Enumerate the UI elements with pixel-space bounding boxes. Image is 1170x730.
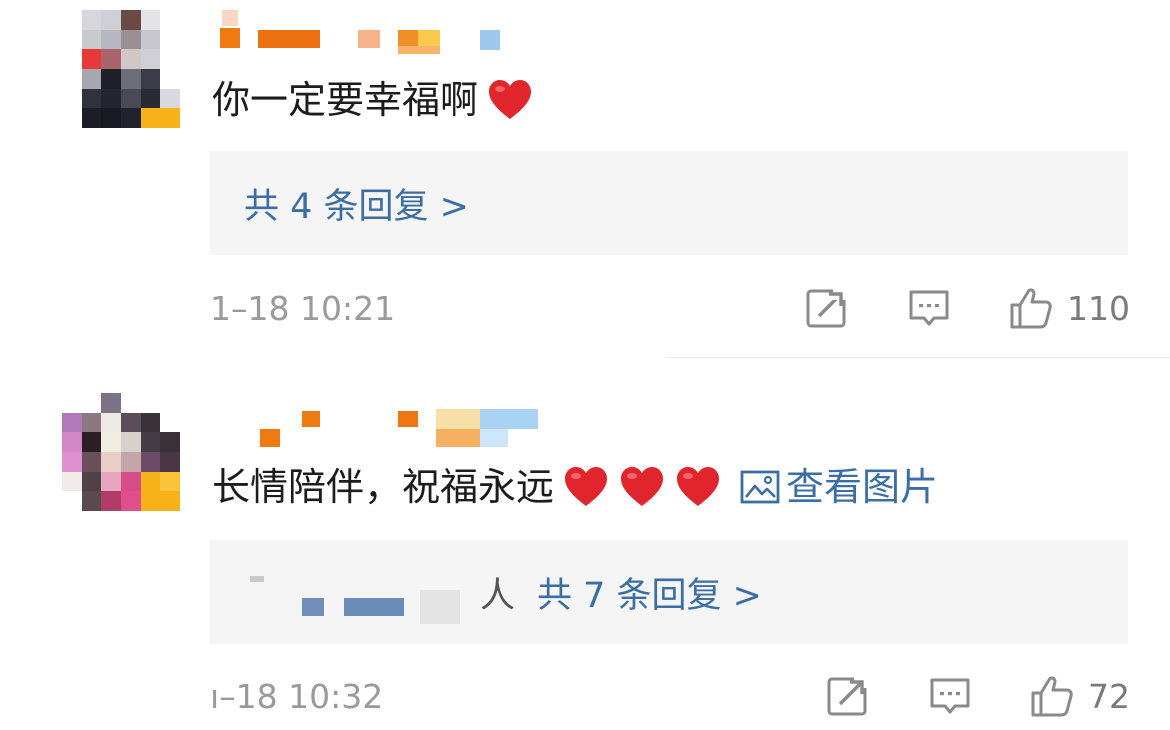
reply-summary[interactable]: 人 共 7 条回复 > <box>210 540 1128 644</box>
repost-icon[interactable] <box>805 286 849 330</box>
comment-icon[interactable] <box>928 674 972 718</box>
view-picture-link[interactable]: 查看图片 <box>740 463 938 511</box>
timestamp: 1–18 10:21 <box>210 288 396 328</box>
like-button[interactable]: 110 <box>1009 286 1130 330</box>
red-heart-icon <box>562 463 610 511</box>
red-heart-icon <box>618 463 666 511</box>
avatar[interactable] <box>62 10 180 128</box>
replier-names-pixelated <box>230 562 480 624</box>
username-pixelated[interactable] <box>218 405 548 449</box>
action-bar: 72 <box>826 671 1130 721</box>
username-pixelated[interactable] <box>218 8 548 54</box>
comment-text: 长情陪伴，祝福永远 查看图片 <box>212 463 939 511</box>
thumbs-up-icon <box>1010 288 1052 329</box>
timestamp: ı–18 10:32 <box>210 676 384 716</box>
comment-divider <box>666 357 1170 358</box>
view-replies-link[interactable]: 共 4 条回复 > <box>244 178 469 229</box>
replier-suffix: 人 <box>480 575 516 616</box>
view-replies-link[interactable]: 共 7 条回复 > <box>537 567 762 618</box>
red-heart-icon <box>486 76 534 124</box>
red-heart-icon <box>674 463 722 511</box>
comment-meta: ı–18 10:32 72 <box>210 671 1130 721</box>
comment-icon[interactable] <box>907 286 951 330</box>
thumbs-up-icon <box>1031 676 1073 717</box>
repost-icon[interactable] <box>826 674 870 718</box>
picture-icon <box>740 470 780 504</box>
comment-meta: 1–18 10:21 110 <box>210 283 1130 333</box>
comment-item: 长情陪伴，祝福永远 查看图片 人 共 7 条回复 > ı–18 10:32 72 <box>0 385 1170 730</box>
like-count: 110 <box>1067 288 1130 328</box>
comment-text: 你一定要幸福啊 <box>212 76 534 124</box>
reply-summary[interactable]: 共 4 条回复 > <box>210 151 1128 255</box>
avatar[interactable] <box>62 393 180 511</box>
action-bar: 110 <box>805 283 1130 333</box>
like-count: 72 <box>1088 676 1130 716</box>
comment-item: 你一定要幸福啊 共 4 条回复 > 1–18 10:21 110 <box>0 0 1170 350</box>
like-button[interactable]: 72 <box>1030 674 1130 718</box>
